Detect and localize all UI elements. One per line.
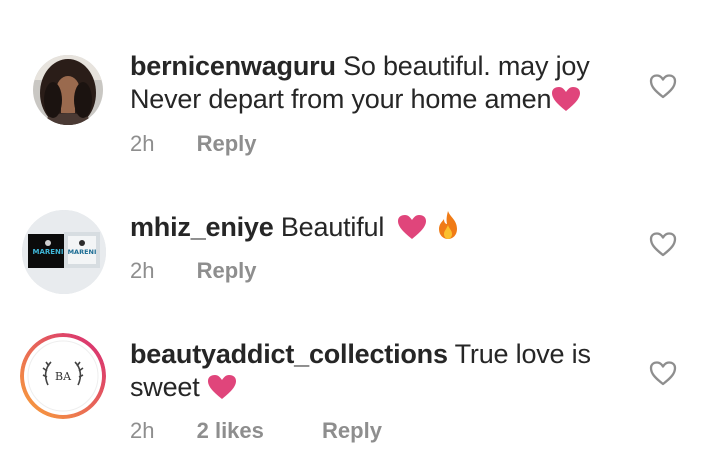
- comment-meta: 2h Reply: [130, 131, 293, 157]
- avatar-brand-text-light: MARENI: [68, 248, 97, 256]
- heart-emoji-icon: [207, 374, 237, 408]
- comment-body-line2: sweet: [130, 372, 200, 402]
- avatar[interactable]: BA: [20, 333, 106, 419]
- comment-time: 2h: [130, 418, 155, 443]
- comment-text: bernicenwaguru So beautiful. may joy Nev…: [130, 50, 630, 120]
- avatar[interactable]: [33, 55, 103, 125]
- like-button[interactable]: [648, 230, 678, 258]
- comment-body: Beautiful: [280, 212, 385, 242]
- comment-body-line1: True love is: [454, 339, 591, 369]
- comment-time: 2h: [130, 131, 155, 156]
- reply-button[interactable]: Reply: [197, 131, 257, 156]
- comment-text: mhiz_eniye Beautiful: [130, 210, 630, 248]
- comment-username[interactable]: bernicenwaguru: [130, 51, 336, 81]
- comment-item: MARENI MARENI mhiz_eniye Beautiful 2h Re…: [0, 170, 720, 300]
- avatar[interactable]: MARENI MARENI: [22, 210, 106, 294]
- profile-photo-woman-icon: [33, 55, 103, 125]
- like-button[interactable]: [648, 72, 678, 100]
- comment-body-line1: So beautiful. may joy: [343, 51, 590, 81]
- comment-meta: 2h Reply: [130, 258, 293, 284]
- comment-time: 2h: [130, 258, 155, 283]
- heart-outline-icon: [649, 74, 677, 99]
- story-ring-avatar-icon: BA: [20, 333, 106, 419]
- mareni-logo-icon: MARENI MARENI: [22, 210, 106, 294]
- comment-item: bernicenwaguru So beautiful. may joy Nev…: [0, 0, 720, 170]
- fire-emoji-icon: [435, 210, 461, 248]
- avatar-monogram: BA: [55, 370, 72, 383]
- comment-text: beautyaddict_collections True love is sw…: [130, 338, 630, 408]
- reply-button[interactable]: Reply: [322, 418, 382, 443]
- avatar-brand-text-dark: MARENI: [32, 248, 63, 256]
- heart-outline-icon: [649, 361, 677, 386]
- reply-button[interactable]: Reply: [197, 258, 257, 283]
- comment-username[interactable]: mhiz_eniye: [130, 212, 274, 242]
- heart-emoji-icon: [397, 214, 427, 248]
- likes-count[interactable]: 2 likes: [197, 418, 264, 443]
- heart-emoji-icon: [551, 86, 581, 120]
- comment-item: BA beautyaddict_collections True love is…: [0, 300, 720, 450]
- comment-meta: 2h 2 likes Reply: [130, 418, 418, 444]
- comment-body-line2: Never depart from your home amen: [130, 84, 552, 114]
- like-button[interactable]: [648, 359, 678, 387]
- heart-outline-icon: [649, 232, 677, 257]
- comment-username[interactable]: beautyaddict_collections: [130, 339, 448, 369]
